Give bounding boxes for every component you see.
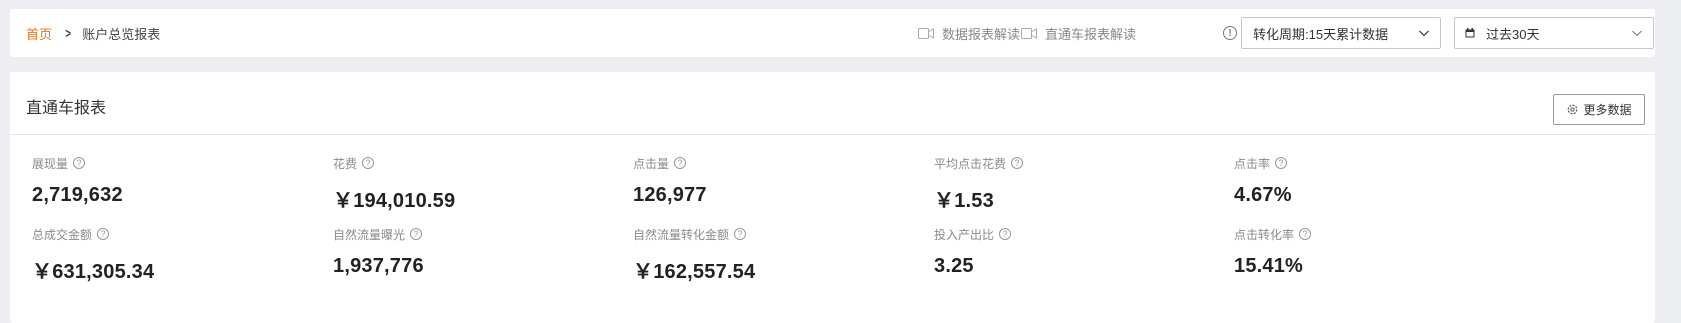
more-data-button[interactable]: 更多数据 (1553, 94, 1645, 125)
metric-label: 平均点击花费 (934, 156, 1007, 171)
date-range-value: 过去30天 (1486, 26, 1540, 42)
metric-value: 15.41% (1234, 255, 1304, 277)
card-title: 直通车报表 (26, 100, 107, 117)
help-icon[interactable]: ? (1299, 228, 1312, 240)
help-icon[interactable]: ? (73, 157, 86, 169)
breadcrumb-home-link[interactable]: 首页 (26, 24, 52, 43)
metric-label: 点击率 (1234, 156, 1271, 171)
chevron-down-icon (1632, 30, 1642, 37)
metric-clicks: 点击量? 126,977 (633, 155, 933, 207)
chevron-down-icon (1419, 30, 1429, 37)
more-data-label: 更多数据 (1583, 103, 1632, 117)
gear-icon (1568, 104, 1578, 115)
metric-value: 4.67% (1234, 184, 1292, 206)
help-icon[interactable]: ? (1275, 157, 1288, 169)
data-report-guide-link[interactable]: 数据报表解读 (918, 9, 1020, 57)
metric-ctr: 点击率? 4.67% (1234, 155, 1534, 207)
metric-avg-cpc: 平均点击花费? ￥1.53 (934, 155, 1234, 213)
metric-total-gmv: 总成交金额? ￥631,305.34 (32, 226, 332, 284)
help-icon[interactable]: ? (1011, 157, 1024, 169)
metric-label: 自然流量曝光 (333, 227, 406, 242)
help-icon[interactable]: ? (999, 228, 1012, 240)
help-icon[interactable]: ? (674, 157, 687, 169)
conversion-period-select[interactable]: 转化周期:15天累计数据 (1241, 17, 1441, 49)
metric-value: ￥631,305.34 (32, 261, 155, 283)
metric-value: ￥1.53 (934, 190, 994, 212)
metric-label: 自然流量转化金额 (633, 227, 730, 242)
ztc-report-guide-link[interactable]: 直通车报表解读 (1021, 9, 1136, 57)
data-report-guide-label: 数据报表解读 (942, 26, 1021, 42)
help-icon[interactable]: ? (734, 228, 747, 240)
ztc-report-card: 直通车报表 更多数据 展现量? 2,719,632 花费? ￥194,010.5… (10, 72, 1655, 323)
metric-label: 投入产出比 (934, 227, 995, 242)
help-icon[interactable]: ? (97, 228, 110, 240)
video-icon (1021, 27, 1037, 39)
metric-impressions: 展现量? 2,719,632 (32, 155, 332, 207)
ztc-report-guide-label: 直通车报表解读 (1045, 26, 1137, 42)
metric-value: ￥194,010.59 (333, 190, 456, 212)
metric-label: 总成交金额 (32, 227, 93, 242)
breadcrumb: 首页 > 账户总览报表 (26, 9, 160, 57)
date-range-select[interactable]: 过去30天 (1454, 17, 1654, 49)
top-bar: 首页 > 账户总览报表 数据报表解读 直通车报表解读 ! 转化周期:15天累计数… (10, 9, 1655, 57)
divider (10, 134, 1655, 135)
conversion-period-value: 转化周期:15天累计数据 (1253, 26, 1389, 42)
metric-value: 3.25 (934, 255, 974, 277)
breadcrumb-current: 账户总览报表 (82, 26, 161, 42)
metric-value: 1,937,776 (333, 255, 424, 277)
video-icon (918, 27, 934, 39)
metric-value: 126,977 (633, 184, 707, 206)
metric-label: 点击量 (633, 156, 670, 171)
metric-organic-exposure: 自然流量曝光? 1,937,776 (333, 226, 633, 278)
help-icon[interactable]: ? (410, 228, 423, 240)
metric-label: 花费 (333, 156, 358, 171)
metric-click-conversion-rate: 点击转化率? 15.41% (1234, 226, 1534, 278)
metric-roi: 投入产出比? 3.25 (934, 226, 1234, 278)
metric-value: ￥162,557.54 (633, 261, 756, 283)
metric-label: 点击转化率 (1234, 227, 1295, 242)
help-icon[interactable]: ? (362, 157, 375, 169)
calendar-icon (1465, 28, 1475, 38)
metric-cost: 花费? ￥194,010.59 (333, 155, 633, 213)
info-icon[interactable]: ! (1223, 26, 1237, 40)
metric-label: 展现量 (32, 156, 69, 171)
metric-value: 2,719,632 (32, 184, 123, 206)
chevron-right-icon: > (65, 25, 71, 41)
metric-organic-conversion: 自然流量转化金额? ￥162,557.54 (633, 226, 933, 284)
